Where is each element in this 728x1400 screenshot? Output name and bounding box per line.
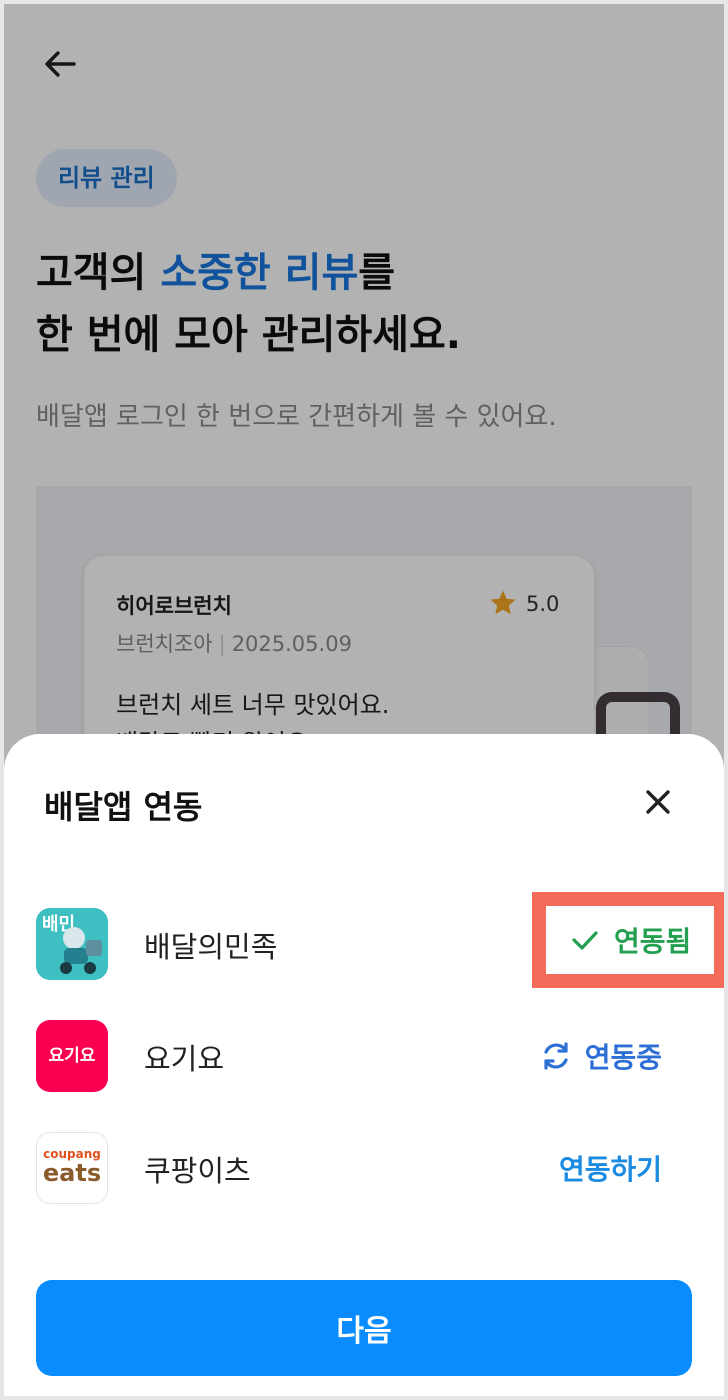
refresh-icon bbox=[544, 1042, 568, 1070]
status-linked[interactable]: 연동됨 bbox=[568, 906, 691, 974]
link-button-coupang-eats[interactable]: 연동하기 bbox=[559, 1130, 662, 1206]
baemin-icon: 배민 bbox=[36, 908, 108, 980]
yogiyo-icon: 요기요 bbox=[36, 1020, 108, 1092]
rider-illustration bbox=[60, 927, 102, 974]
check-icon bbox=[572, 931, 598, 950]
status-linking[interactable]: 연동중 bbox=[539, 1018, 662, 1094]
app-frame: 리뷰 관리 고객의 소중한 리뷰를 한 번에 모아 관리하세요. 배달앱 로그인… bbox=[0, 0, 728, 1400]
link-button-label: 연동하기 bbox=[558, 1153, 662, 1186]
app-row-baemin: 배민 배달의민족 연동됨 bbox=[36, 892, 724, 988]
status-linked-label: 연동됨 bbox=[614, 925, 692, 958]
yogiyo-icon-text: 요기요 bbox=[48, 1046, 96, 1066]
coupang-icon-text-big: eats bbox=[42, 1159, 102, 1187]
linked-status-highlight: 연동됨 bbox=[532, 892, 724, 988]
next-button[interactable]: 다음 bbox=[36, 1280, 692, 1376]
status-linking-label: 연동중 bbox=[584, 1041, 662, 1074]
app-row-yogiyo: 요기요 요기요 연동중 bbox=[36, 1018, 692, 1094]
app-name-baemin: 배달의민족 bbox=[144, 930, 278, 964]
app-row-coupang-eats: coupang eats 쿠팡이츠 연동하기 bbox=[36, 1130, 692, 1206]
sheet-title: 배달앱 연동 bbox=[44, 788, 203, 826]
app-name-yogiyo: 요기요 bbox=[144, 1042, 225, 1076]
close-button[interactable] bbox=[636, 780, 680, 824]
coupang-eats-icon: coupang eats bbox=[36, 1132, 108, 1204]
delivery-app-link-sheet: 배달앱 연동 배민 배달의민족 연동됨 요기요 요기요 연동중 coupang … bbox=[4, 734, 724, 1396]
app-name-coupang-eats: 쿠팡이츠 bbox=[144, 1154, 251, 1188]
close-icon bbox=[646, 790, 670, 814]
